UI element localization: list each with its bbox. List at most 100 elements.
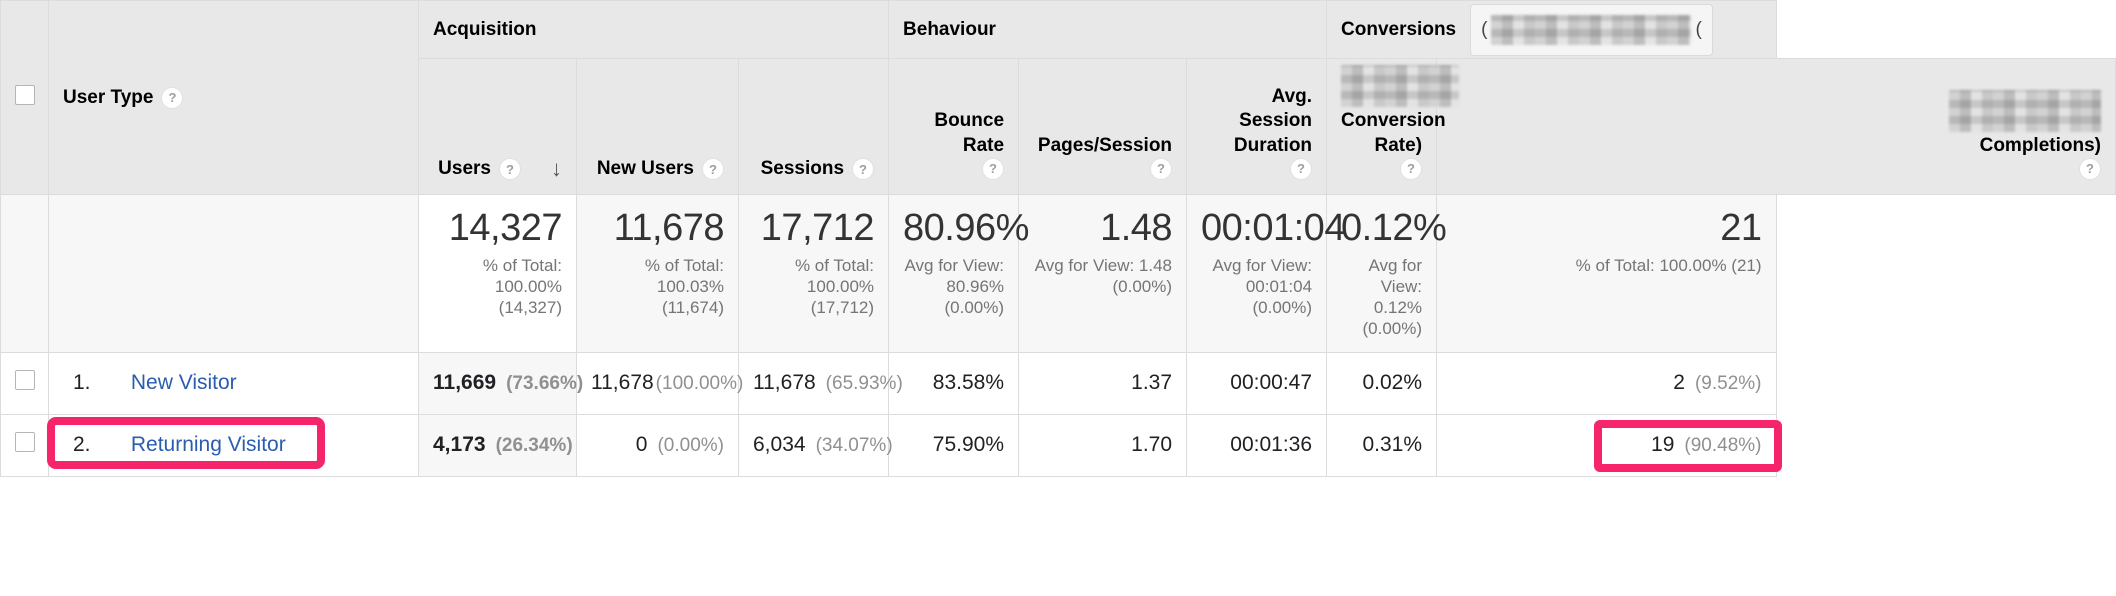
summary-bounce-rate-sub: Avg for View: 80.96% (0.00%) xyxy=(904,255,1005,318)
row-sessions-value-1: 11,678 xyxy=(753,371,816,395)
row-link-returning-visitor[interactable]: Returning Visitor xyxy=(131,433,286,456)
column-header-users-label: Users xyxy=(438,158,491,179)
row-conversion-rate-1: 0.02% xyxy=(1326,351,1438,415)
row-checkbox-1[interactable] xyxy=(15,370,35,391)
help-icon-users[interactable]: ? xyxy=(499,158,521,180)
column-header-conversion-rate[interactable]: Conversion Rate) ? xyxy=(1326,58,1460,195)
summary-users: 14,327 % of Total: 100.00% (14,327) xyxy=(418,194,577,353)
summary-sessions-value: 17,712 xyxy=(760,207,875,249)
column-group-header-row: User Type ? Acquisition Behaviour Conver… xyxy=(0,0,2116,195)
row-completions-pct-2: (90.48%) xyxy=(1684,435,1762,457)
conversions-goal-select[interactable]: ( ( xyxy=(1470,3,1713,56)
column-header-completions-redacted-prefix xyxy=(1949,89,2101,132)
select-all-checkbox[interactable] xyxy=(15,84,35,105)
conversions-goal-redacted-value xyxy=(1491,14,1692,45)
row-pages-session-1: 1.37 xyxy=(1018,351,1188,415)
column-header-conversion-rate-label: Conversion Rate) xyxy=(1341,110,1446,156)
row-new-users-pct-1: (100.00%) xyxy=(655,373,744,395)
row-link-new-visitor[interactable]: New Visitor xyxy=(131,371,237,394)
summary-sessions: 17,712 % of Total: 100.00% (17,712) xyxy=(737,194,890,353)
table-row[interactable]: 2. Returning Visitor 4,173 (26.34%) 0 (0.0… xyxy=(0,413,2116,477)
column-header-sessions-label: Sessions xyxy=(760,158,845,179)
row-users-pct-1: (73.66%) xyxy=(506,373,584,395)
help-icon-avg-session-duration[interactable]: ? xyxy=(1290,157,1313,180)
row-users-value-2: 4,173 xyxy=(433,433,486,457)
summary-conversion-rate-sub: Avg for View: 0.12% (0.00%) xyxy=(1362,255,1423,339)
group-header-behaviour: Behaviour xyxy=(888,0,1328,59)
row-conversion-rate-2: 0.31% xyxy=(1326,413,1438,477)
row-checkbox-2[interactable] xyxy=(15,432,35,453)
row-sessions-pct-1: (65.93%) xyxy=(825,373,903,395)
row-dimension-cell-1: 1. New Visitor xyxy=(48,351,419,415)
select-all-cell[interactable] xyxy=(0,0,49,195)
conversions-goal-paren-open: ( xyxy=(1481,18,1488,40)
summary-completions: 21 % of Total: 100.00% (21) xyxy=(1436,194,1777,353)
row-sessions-value-2: 6,034 xyxy=(753,433,806,457)
row-bounce-rate-1: 83.58% xyxy=(888,351,1020,415)
column-header-completions[interactable]: Completions) ? xyxy=(1436,58,2116,195)
row-completions-pct-1: (9.52%) xyxy=(1694,373,1762,395)
row-new-users-value-2: 0 xyxy=(635,433,648,457)
column-header-pages-session[interactable]: Pages/Session ? xyxy=(1018,58,1188,195)
row-new-users-pct-2: (0.00%) xyxy=(657,435,724,457)
row-users-1: 11,669 (73.66%) xyxy=(418,351,583,415)
row-index-2: 2. xyxy=(73,433,91,457)
summary-new-users-value: 11,678 xyxy=(613,207,725,249)
row-index-1: 1. xyxy=(73,371,91,395)
help-icon-new-users[interactable]: ? xyxy=(702,158,724,180)
column-header-completions-label: Completions) xyxy=(1979,134,2101,156)
summary-name-cell xyxy=(48,194,419,353)
row-checkbox-cell-2[interactable] xyxy=(0,413,49,477)
help-icon-pages-session[interactable]: ? xyxy=(1150,157,1173,180)
sort-descending-icon[interactable]: ↓ xyxy=(551,158,562,180)
row-dimension-cell-2: 2. Returning Visitor xyxy=(47,413,419,477)
row-completions-value-1: 2 xyxy=(1673,371,1685,395)
row-checkbox-cell-1[interactable] xyxy=(0,351,49,415)
summary-conversion-rate: 0.12% Avg for View: 0.12% (0.00%) xyxy=(1326,194,1447,353)
row-users-2: 4,173 (26.34%) xyxy=(418,413,577,477)
table-row[interactable]: 1. New Visitor 11,669 (73.66%) 11,678 (100… xyxy=(0,351,2116,415)
row-sessions-2: 6,034 (34.07%) xyxy=(737,413,893,477)
help-icon-user-type[interactable]: ? xyxy=(161,86,184,109)
column-header-bounce-rate[interactable]: Bounce Rate ? xyxy=(888,58,1020,195)
summary-avg-session-duration-sub: Avg for View: 00:01:04 (0.00%) xyxy=(1212,255,1313,318)
summary-users-value: 14,327 xyxy=(448,207,563,249)
summary-avg-session-duration: 00:01:04 Avg for View: 00:01:04 (0.00%) xyxy=(1186,194,1345,353)
group-header-conversions-label: Conversions xyxy=(1341,18,1457,40)
row-completions-value-2: 19 xyxy=(1651,433,1675,457)
summary-completions-sub: % of Total: 100.00% (21) xyxy=(1575,255,1762,275)
row-new-users-value-1: 11,678 xyxy=(591,371,654,395)
row-completions-2: 19 (90.48%) xyxy=(1436,413,1782,477)
column-header-new-users[interactable]: New Users ? xyxy=(576,58,739,195)
dimension-header-user-type[interactable]: User Type ? xyxy=(48,0,419,195)
row-users-pct-2: (26.34%) xyxy=(495,435,573,457)
summary-conversion-rate-value: 0.12% xyxy=(1341,207,1447,249)
column-header-avg-session-duration-label: Avg. Session Duration xyxy=(1233,86,1313,156)
summary-new-users-sub: % of Total: 100.03% (11,674) xyxy=(644,255,724,318)
summary-avg-session-duration-value: 00:01:04 xyxy=(1201,207,1345,249)
help-icon-bounce-rate[interactable]: ? xyxy=(982,157,1005,180)
column-header-sessions[interactable]: Sessions ? xyxy=(737,58,890,195)
row-pages-session-2: 1.70 xyxy=(1018,413,1188,477)
help-icon-completions[interactable]: ? xyxy=(2079,157,2101,180)
help-icon-conversion-rate[interactable]: ? xyxy=(1400,157,1423,180)
column-header-bounce-rate-label: Bounce Rate xyxy=(934,110,1005,156)
summary-new-users: 11,678 % of Total: 100.03% (11,674) xyxy=(576,194,739,353)
row-sessions-pct-2: (34.07%) xyxy=(815,435,893,457)
summary-pages-session-value: 1.48 xyxy=(1100,207,1173,249)
summary-pages-session-sub: Avg for View: 1.48 (0.00%) xyxy=(1034,255,1173,296)
column-header-users[interactable]: Users ? ↓ xyxy=(418,58,577,195)
column-header-pages-session-label: Pages/Session xyxy=(1037,134,1173,156)
conversions-goal-paren-close: ( xyxy=(1695,18,1702,40)
summary-row: 14,327 % of Total: 100.00% (14,327) 11,6… xyxy=(0,194,2116,353)
analytics-data-table: User Type ? Acquisition Behaviour Conver… xyxy=(0,0,2116,477)
column-header-avg-session-duration[interactable]: Avg. Session Duration ? xyxy=(1186,58,1328,195)
row-new-users-2: 0 (0.00%) xyxy=(576,413,739,477)
summary-bounce-rate-value: 80.96% xyxy=(903,207,1029,249)
summary-checkbox-cell xyxy=(0,194,49,353)
summary-users-sub: % of Total: 100.00% (14,327) xyxy=(482,255,562,318)
help-icon-sessions[interactable]: ? xyxy=(852,158,875,180)
column-header-conversion-rate-redacted-prefix xyxy=(1341,65,1460,108)
summary-pages-session: 1.48 Avg for View: 1.48 (0.00%) xyxy=(1018,194,1188,353)
summary-completions-value: 21 xyxy=(1720,207,1762,249)
